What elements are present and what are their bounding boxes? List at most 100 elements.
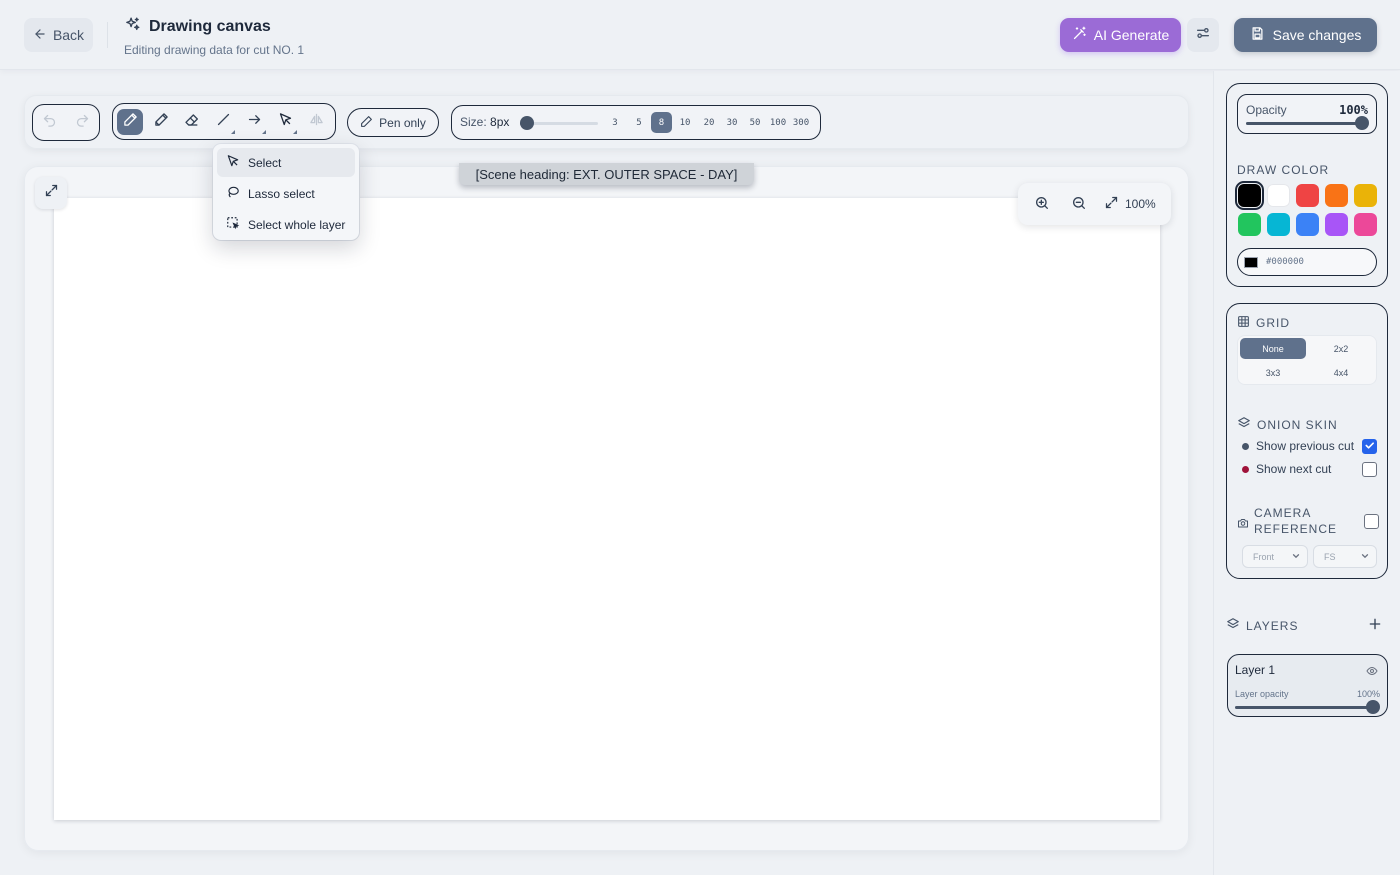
camera-reference-title: CAMERA REFERENCE bbox=[1254, 506, 1337, 536]
camera-title-line2: REFERENCE bbox=[1254, 522, 1338, 536]
submenu-indicator bbox=[293, 129, 297, 134]
pen-only-label: Pen only bbox=[379, 115, 426, 130]
hex-value: #000000 bbox=[1266, 257, 1304, 267]
zoom-in-icon bbox=[1034, 195, 1050, 214]
color-swatch[interactable] bbox=[1325, 184, 1348, 207]
grid-option-2x2[interactable]: 2x2 bbox=[1308, 338, 1374, 359]
fullscreen-button[interactable] bbox=[35, 177, 67, 209]
color-swatch[interactable] bbox=[1296, 184, 1319, 207]
zoom-controls: 100% bbox=[1018, 183, 1171, 225]
previous-cut-dot bbox=[1242, 442, 1249, 450]
undo-icon bbox=[42, 113, 57, 133]
opacity-value: 100% bbox=[1339, 103, 1368, 117]
arrow-tool-button[interactable] bbox=[241, 109, 267, 135]
history-group bbox=[32, 104, 100, 141]
camera-view-value: Front bbox=[1253, 551, 1275, 562]
camera-view-select[interactable]: Front bbox=[1242, 545, 1308, 568]
layer-visibility-toggle[interactable] bbox=[1366, 664, 1378, 682]
select-tool-button[interactable] bbox=[272, 109, 298, 135]
menu-item-label: Lasso select bbox=[248, 186, 315, 201]
floppy-disk-icon bbox=[1250, 26, 1265, 44]
grid-option-4x4[interactable]: 4x4 bbox=[1308, 362, 1374, 383]
onion-skin-title: ONION SKIN bbox=[1237, 416, 1338, 433]
show-next-checkbox[interactable] bbox=[1362, 462, 1377, 477]
back-button[interactable]: Back bbox=[24, 18, 93, 52]
maximize-icon bbox=[1104, 195, 1119, 213]
camera-shot-select[interactable]: FS bbox=[1313, 545, 1377, 568]
flip-tool-button[interactable] bbox=[303, 109, 329, 135]
size-label: Size: 8px bbox=[460, 115, 509, 129]
size-preset-20[interactable]: 20 bbox=[698, 112, 720, 133]
size-preset-300[interactable]: 300 bbox=[790, 112, 812, 133]
eraser-icon bbox=[184, 111, 200, 132]
grid-icon bbox=[1237, 315, 1250, 331]
check-icon bbox=[1364, 438, 1375, 456]
menu-item-lasso-select[interactable]: Lasso select bbox=[217, 179, 355, 208]
camera-reference-checkbox[interactable] bbox=[1364, 514, 1379, 529]
layer-name: Layer 1 bbox=[1235, 663, 1276, 677]
layers-title: LAYERS bbox=[1226, 617, 1298, 634]
expand-icon bbox=[44, 183, 59, 203]
layers-title-label: LAYERS bbox=[1246, 618, 1299, 633]
undo-button[interactable] bbox=[37, 110, 63, 136]
grid-title: GRID bbox=[1237, 315, 1290, 331]
color-swatch[interactable] bbox=[1354, 213, 1377, 236]
show-previous-checkbox[interactable] bbox=[1362, 439, 1377, 454]
color-swatch[interactable] bbox=[1238, 213, 1261, 236]
hex-color-input[interactable]: #000000 bbox=[1237, 248, 1377, 276]
cursor-pointer-icon bbox=[278, 112, 293, 132]
drawing-surface[interactable] bbox=[54, 198, 1160, 820]
color-swatch[interactable] bbox=[1267, 184, 1290, 207]
brush-size-group: Size: 8px 3 5 8 10 20 30 50 100 300 bbox=[451, 105, 821, 140]
layer-opacity-thumb[interactable] bbox=[1366, 700, 1380, 714]
pen-icon bbox=[123, 112, 138, 132]
color-swatch[interactable] bbox=[1235, 181, 1264, 210]
menu-item-label: Select whole layer bbox=[248, 217, 346, 232]
opacity-control: Opacity 100% bbox=[1237, 94, 1377, 134]
size-preset-5[interactable]: 5 bbox=[629, 112, 649, 133]
redo-icon bbox=[75, 113, 90, 133]
next-cut-dot bbox=[1242, 465, 1249, 473]
zoom-out-button[interactable] bbox=[1067, 192, 1091, 216]
settings-sliders-button[interactable] bbox=[1187, 18, 1219, 52]
menu-item-select[interactable]: Select bbox=[217, 148, 355, 177]
opacity-slider-thumb[interactable] bbox=[1355, 116, 1369, 130]
line-tool-button[interactable] bbox=[210, 109, 236, 135]
show-next-row: Show next cut bbox=[1242, 462, 1331, 476]
eye-icon bbox=[1366, 664, 1378, 681]
color-swatch[interactable] bbox=[1296, 213, 1319, 236]
size-value: 8px bbox=[490, 115, 510, 129]
color-swatch[interactable] bbox=[1325, 213, 1348, 236]
pencil-tool-button[interactable] bbox=[148, 109, 174, 135]
size-preset-30[interactable]: 30 bbox=[721, 112, 743, 133]
grid-option-none[interactable]: None bbox=[1240, 338, 1306, 359]
add-layer-button[interactable] bbox=[1367, 616, 1383, 637]
color-swatch[interactable] bbox=[1267, 213, 1290, 236]
layer-opacity-label: Layer opacity bbox=[1235, 689, 1289, 699]
redo-button[interactable] bbox=[70, 110, 96, 136]
pen-tool-button[interactable] bbox=[117, 108, 143, 135]
size-preset-3[interactable]: 3 bbox=[605, 112, 625, 133]
header-divider bbox=[107, 22, 108, 48]
zoom-level: 100% bbox=[1125, 197, 1156, 211]
zoom-in-button[interactable] bbox=[1030, 192, 1054, 216]
fit-zoom-button[interactable]: 100% bbox=[1104, 195, 1156, 213]
size-preset-8[interactable]: 8 bbox=[651, 112, 672, 133]
menu-item-label: Select bbox=[248, 155, 282, 170]
magic-wand-icon bbox=[1072, 26, 1087, 44]
camera-title-line1: CAMERA bbox=[1254, 506, 1312, 520]
eraser-tool-button[interactable] bbox=[179, 109, 205, 135]
size-prefix: Size: bbox=[460, 115, 487, 129]
size-preset-50[interactable]: 50 bbox=[744, 112, 766, 133]
layer-item[interactable]: Layer 1 Layer opacity 100% bbox=[1227, 654, 1388, 717]
size-preset-100[interactable]: 100 bbox=[767, 112, 789, 133]
pen-only-toggle[interactable]: Pen only bbox=[347, 108, 439, 137]
size-preset-10[interactable]: 10 bbox=[674, 112, 696, 133]
plus-icon bbox=[1367, 618, 1383, 636]
grid-option-3x3[interactable]: 3x3 bbox=[1240, 362, 1306, 383]
save-changes-button[interactable]: Save changes bbox=[1234, 18, 1377, 52]
ai-generate-button[interactable]: AI Generate bbox=[1060, 18, 1181, 52]
color-swatch[interactable] bbox=[1354, 184, 1377, 207]
menu-item-select-whole-layer[interactable]: Select whole layer bbox=[217, 210, 355, 239]
size-slider-thumb[interactable] bbox=[520, 116, 534, 130]
